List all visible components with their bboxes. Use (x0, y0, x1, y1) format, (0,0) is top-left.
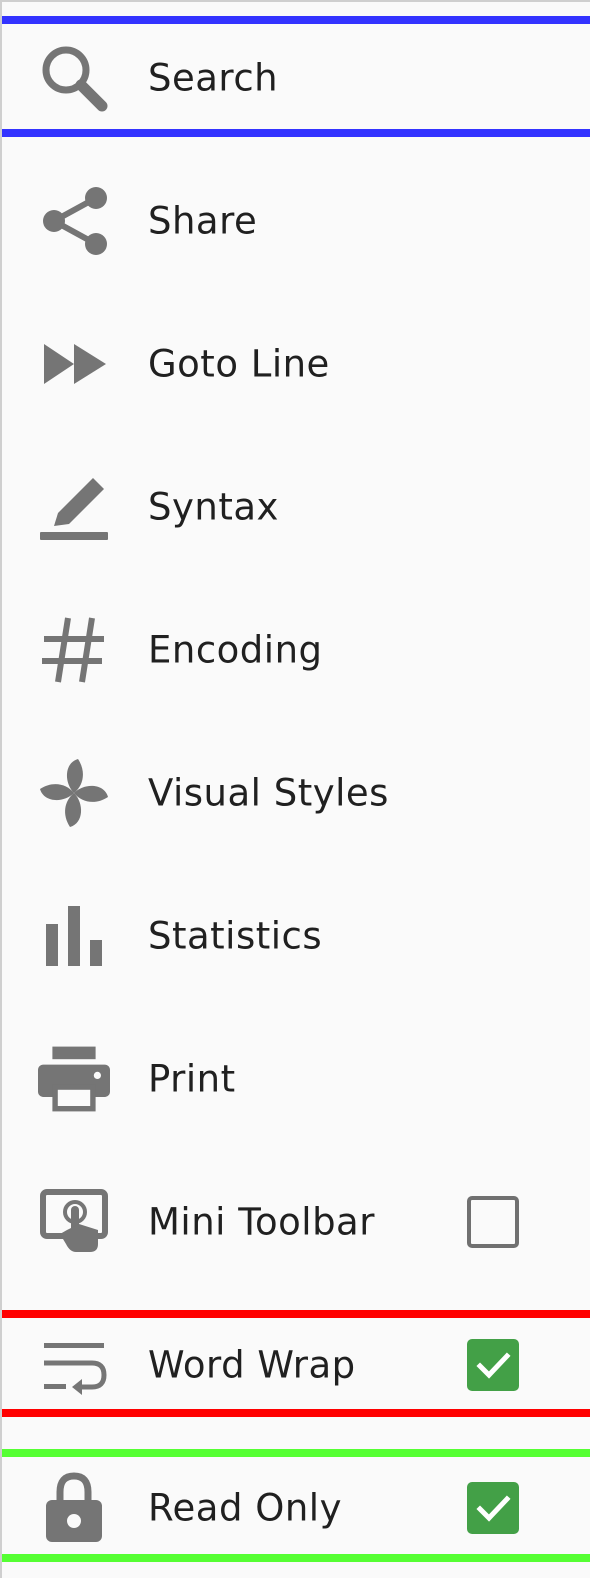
search-icon (38, 42, 110, 114)
menu-item-label: Read Only (148, 1486, 342, 1529)
touch-app-icon (38, 1186, 110, 1258)
menu-item-share[interactable]: Share (2, 149, 590, 292)
read-only-highlight-bottom (2, 1554, 590, 1562)
word-wrap-highlight-bottom (2, 1409, 590, 1417)
menu-item-label: Search (148, 56, 279, 99)
menu-item-label: Syntax (148, 485, 279, 528)
menu-item-syntax[interactable]: Syntax (2, 435, 590, 578)
menu-item-label: Statistics (148, 914, 323, 957)
menu-item-encoding[interactable]: Encoding (2, 578, 590, 721)
menu-item-label: Encoding (148, 628, 323, 671)
menu-item-mini-toolbar[interactable]: Mini Toolbar (2, 1150, 590, 1293)
printer-icon (38, 1043, 110, 1115)
menu-item-label: Share (148, 199, 258, 242)
menu-item-goto-line[interactable]: Goto Line (2, 292, 590, 435)
word-wrap-checkbox[interactable] (467, 1338, 519, 1391)
menu-item-visual-styles[interactable]: Visual Styles (2, 721, 590, 864)
menu-item-search[interactable]: Search (2, 6, 590, 149)
menu-item-label: Word Wrap (148, 1343, 356, 1386)
menu-item-label: Visual Styles (148, 771, 389, 814)
pen-underline-icon (38, 471, 110, 543)
fast-forward-icon (38, 328, 110, 400)
search-highlight-top (2, 16, 590, 24)
read-only-checkbox[interactable] (467, 1481, 519, 1534)
read-only-highlight-top (2, 1449, 590, 1457)
bar-chart-icon (38, 900, 110, 972)
menu-item-label: Mini Toolbar (148, 1200, 375, 1243)
menu-item-label: Goto Line (148, 342, 330, 385)
hash-icon (38, 614, 110, 686)
search-highlight-bottom (2, 129, 590, 137)
mini-toolbar-checkbox[interactable] (467, 1195, 519, 1248)
word-wrap-highlight-top (2, 1310, 590, 1318)
share-icon (38, 185, 110, 257)
menu-item-label: Print (148, 1057, 236, 1100)
lock-icon (38, 1471, 110, 1544)
overflow-menu: Search Share Goto Line Syntax Encoding V… (0, 0, 590, 1578)
menu-item-statistics[interactable]: Statistics (2, 864, 590, 1007)
pinwheel-icon (38, 757, 110, 829)
wrap-text-icon (38, 1329, 110, 1401)
menu-item-print[interactable]: Print (2, 1007, 590, 1150)
